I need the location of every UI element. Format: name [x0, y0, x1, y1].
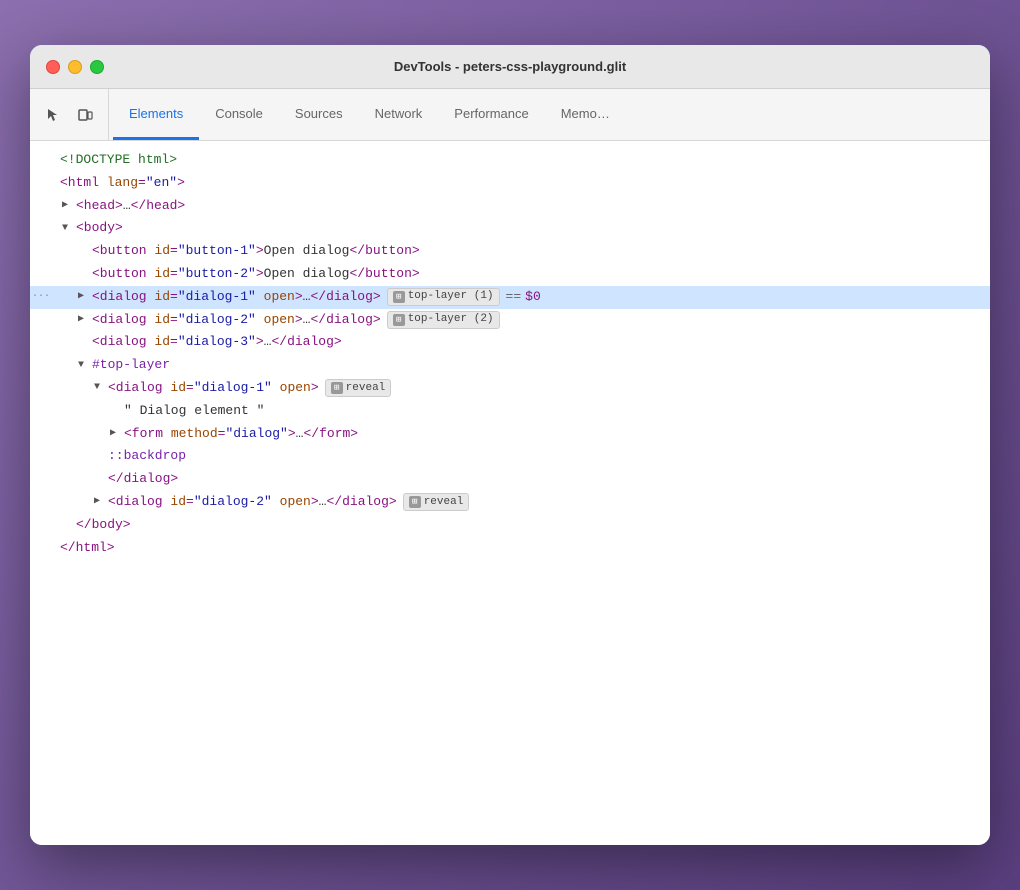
toplayer-arrow[interactable] [78, 358, 92, 374]
minimize-button[interactable] [68, 60, 82, 74]
device-toggle-button[interactable] [70, 100, 100, 130]
toolbar-icons [38, 89, 109, 140]
toplayer-line[interactable]: #top-layer [30, 354, 990, 377]
text-dialog-line[interactable]: " Dialog element " [30, 400, 990, 423]
tab-sources[interactable]: Sources [279, 89, 359, 140]
tab-network[interactable]: Network [359, 89, 439, 140]
devtools-window: DevTools - peters-css-playground.glit El… [30, 45, 990, 845]
window-title: DevTools - peters-css-playground.glit [394, 59, 626, 74]
close-html-line[interactable]: </html> [30, 537, 990, 560]
dialog1-arrow[interactable] [78, 289, 92, 305]
top-layer-icon: ⊞ [393, 291, 405, 303]
dialog2-inner-arrow[interactable] [94, 494, 108, 510]
close-dialog1-line[interactable]: </dialog> [30, 468, 990, 491]
dialog1-inner-line[interactable]: <dialog id="dialog-1" open> ⊞ reveal [30, 377, 990, 400]
form-line[interactable]: <form method="dialog">…</form> [30, 423, 990, 446]
reveal-icon-2: ⊞ [409, 496, 421, 508]
dialog2-arrow[interactable] [78, 312, 92, 328]
dialog2-line[interactable]: <dialog id="dialog-2" open>…</dialog> ⊞ … [30, 309, 990, 332]
reveal-badge-1[interactable]: ⊞ reveal [325, 379, 392, 397]
dialog1-inner-arrow[interactable] [94, 380, 108, 396]
button1-line[interactable]: <button id="button-1">Open dialog</butto… [30, 240, 990, 263]
top-layer-badge-2[interactable]: ⊞ top-layer (2) [387, 311, 500, 329]
cursor-tool-button[interactable] [38, 100, 68, 130]
maximize-button[interactable] [90, 60, 104, 74]
top-layer-icon-2: ⊞ [393, 314, 405, 326]
head-arrow[interactable] [62, 198, 76, 214]
close-button[interactable] [46, 60, 60, 74]
doctype-text: <!DOCTYPE html> [60, 150, 177, 171]
button2-line[interactable]: <button id="button-2">Open dialog</butto… [30, 263, 990, 286]
body-open-line[interactable]: <body> [30, 217, 990, 240]
dom-tree: <!DOCTYPE html> <html lang="en"> <head>…… [30, 141, 990, 845]
top-layer-badge-1[interactable]: ⊞ top-layer (1) [387, 288, 500, 306]
titlebar: DevTools - peters-css-playground.glit [30, 45, 990, 89]
html-open-line[interactable]: <html lang="en"> [30, 172, 990, 195]
doctype-line[interactable]: <!DOCTYPE html> [30, 149, 990, 172]
equals-dollar-zero: == $0 [506, 287, 541, 308]
cursor-icon [45, 107, 61, 123]
form-arrow[interactable] [110, 426, 124, 442]
dialog1-line[interactable]: ··· <dialog id="dialog-1" open>…</dialog… [30, 286, 990, 309]
tab-memory[interactable]: Memo… [545, 89, 626, 140]
device-icon [77, 107, 93, 123]
reveal-icon-1: ⊞ [331, 382, 343, 394]
tab-performance[interactable]: Performance [438, 89, 544, 140]
three-dots-icon: ··· [32, 289, 50, 305]
dialog3-line[interactable]: <dialog id="dialog-3">…</dialog> [30, 331, 990, 354]
close-body-line[interactable]: </body> [30, 514, 990, 537]
tabs-bar: Elements Console Sources Network Perform… [30, 89, 990, 141]
body-arrow[interactable] [62, 221, 76, 237]
tab-console[interactable]: Console [199, 89, 279, 140]
traffic-lights [46, 60, 104, 74]
reveal-badge-2[interactable]: ⊞ reveal [403, 493, 470, 511]
tab-elements[interactable]: Elements [113, 89, 199, 140]
head-line[interactable]: <head>…</head> [30, 195, 990, 218]
backdrop-line[interactable]: ::backdrop [30, 445, 990, 468]
dialog2-inner-line[interactable]: <dialog id="dialog-2" open>…</dialog> ⊞ … [30, 491, 990, 514]
